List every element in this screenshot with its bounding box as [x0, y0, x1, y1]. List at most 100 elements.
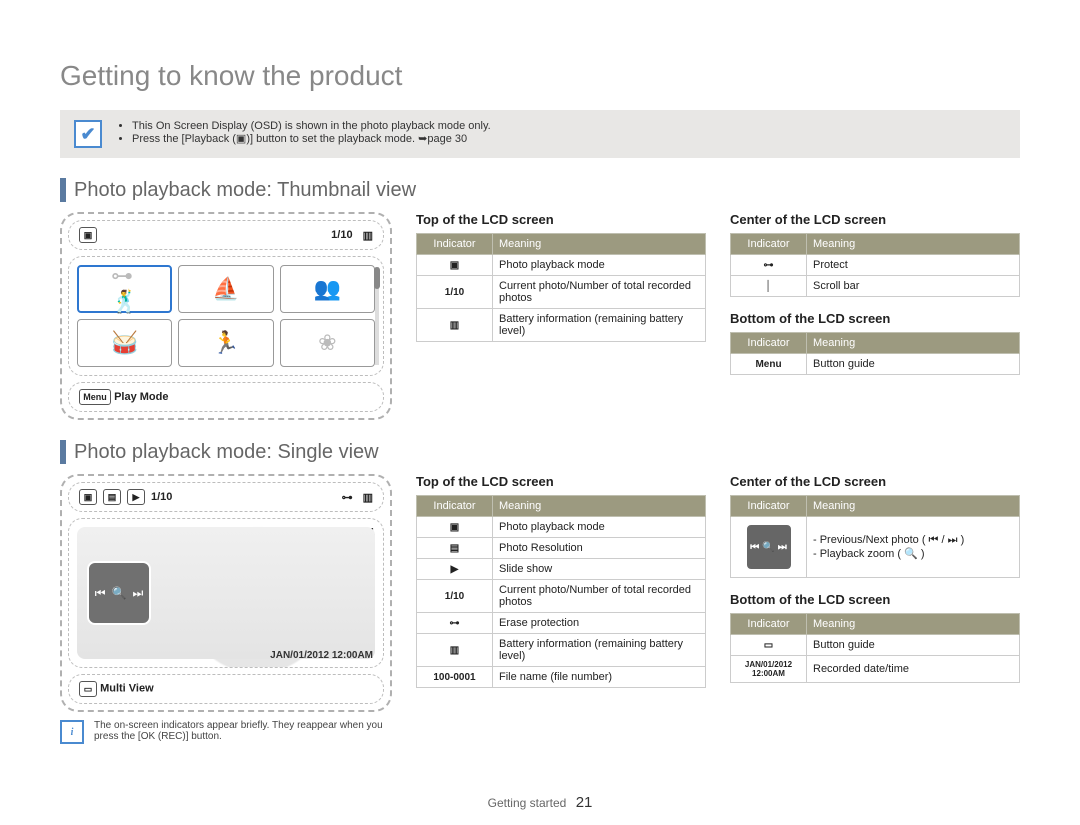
ind-cell: 1/10: [417, 580, 493, 613]
table-title: Bottom of the LCD screen: [730, 592, 1020, 607]
mean-cell: Photo playback mode: [493, 517, 706, 538]
th-meaning: Meaning: [493, 234, 706, 255]
mean-cell: - Previous/Next photo ( ⏮ / ⏭ ) - Playba…: [807, 517, 1020, 578]
section-heading-text: Photo playback mode: Single view: [74, 441, 379, 464]
datetime-label: JAN/01/2012 12:00AM: [270, 650, 373, 661]
indicator-table-center: Indicator Meaning ⊶Protect │Scroll bar: [730, 233, 1020, 297]
ind-cell: ⊶: [731, 255, 807, 276]
th-indicator: Indicator: [731, 234, 807, 255]
mean-cell: Current photo/Number of total recorded p…: [493, 580, 706, 613]
th-meaning: Meaning: [493, 496, 706, 517]
thumbnail-item[interactable]: ⊶🕺: [77, 265, 172, 313]
zoom-icon[interactable]: 🔍: [112, 586, 127, 600]
note-item: This On Screen Display (OSD) is shown in…: [132, 120, 491, 132]
ind-cell: ▤: [417, 538, 493, 559]
mean-cell: Scroll bar: [807, 276, 1020, 297]
indicator-table-top: Indicator Meaning ▣Photo playback mode 1…: [416, 233, 706, 342]
table-title: Center of the LCD screen: [730, 212, 1020, 227]
zoom-icon: 🔍: [762, 542, 774, 553]
th-meaning: Meaning: [807, 496, 1020, 517]
footer-page-number: 21: [576, 794, 593, 811]
section-heading-thumbnail: Photo playback mode: Thumbnail view: [60, 178, 1020, 202]
lcd-center-thumbnails: ⊶🕺 ⛵ 👥 🥁 🏃 ❀: [68, 256, 384, 376]
info-note-text: The on-screen indicators appear briefly.…: [94, 720, 392, 742]
note-item: Press the [Playback (▣)] button to set t…: [132, 132, 491, 145]
ind-cell: │: [731, 276, 807, 297]
play-mode-label: Play Mode: [114, 391, 168, 403]
lcd-center-single: 100-0001 ⏮ 🔍 ⏭ JAN/01/2012 12:00AM: [68, 518, 384, 668]
note-box: ✔ This On Screen Display (OSD) is shown …: [60, 110, 1020, 158]
ind-cell: ▥: [417, 634, 493, 667]
playback-nav-widget[interactable]: ⏮ 🔍 ⏭: [87, 561, 151, 625]
table-title: Center of the LCD screen: [730, 474, 1020, 489]
mean-cell: Current photo/Number of total recorded p…: [493, 276, 706, 309]
lcd-bottom-bar: Menu Play Mode: [68, 382, 384, 412]
photo-counter: 1/10: [331, 229, 352, 241]
protect-icon: ⊶: [342, 491, 353, 504]
battery-icon: ▥: [363, 229, 373, 242]
thumbnail-item[interactable]: ❀: [280, 319, 375, 367]
mean-cell: File name (file number): [493, 667, 706, 688]
next-photo-icon: ⏭: [778, 542, 787, 553]
photo-mode-icon: ▣: [79, 227, 97, 243]
mean-cell: Battery information (remaining battery l…: [493, 309, 706, 342]
ind-cell: 1/10: [417, 276, 493, 309]
mean-cell: Recorded date/time: [807, 656, 1020, 683]
menu-button-icon[interactable]: Menu: [79, 389, 111, 405]
scroll-bar[interactable]: [375, 267, 379, 365]
battery-icon: ▥: [363, 491, 373, 504]
th-meaning: Meaning: [807, 333, 1020, 354]
mean-cell: Button guide: [807, 635, 1020, 656]
section-heading-text: Photo playback mode: Thumbnail view: [74, 179, 416, 202]
thumbnail-item[interactable]: ⛵: [178, 265, 273, 313]
ind-cell: JAN/01/2012 12:00AM: [731, 656, 807, 683]
multiview-button-icon[interactable]: ▭: [79, 681, 97, 697]
next-photo-icon[interactable]: ⏭: [132, 586, 143, 601]
ind-cell: ▶: [417, 559, 493, 580]
mean-cell: Battery information (remaining battery l…: [493, 634, 706, 667]
check-icon: ✔: [74, 120, 102, 148]
ind-cell: Menu: [731, 354, 807, 375]
thumbnail-item[interactable]: 🥁: [77, 319, 172, 367]
ind-cell: ▣: [417, 255, 493, 276]
th-meaning: Meaning: [807, 614, 1020, 635]
th-indicator: Indicator: [731, 614, 807, 635]
mean-cell: Button guide: [807, 354, 1020, 375]
page-footer: Getting started 21: [0, 794, 1080, 811]
resolution-icon: ▤: [103, 489, 121, 505]
indicator-table-bottom: Indicator Meaning MenuButton guide: [730, 332, 1020, 375]
page-title: Getting to know the product: [60, 60, 1020, 92]
note-list: This On Screen Display (OSD) is shown in…: [116, 120, 491, 145]
indicator-table-center-2: Indicator Meaning ⏮ 🔍 ⏭ - Previous/Next …: [730, 495, 1020, 578]
indicator-table-top-2: Indicator Meaning ▣Photo playback mode ▤…: [416, 495, 706, 688]
info-icon: i: [60, 720, 84, 744]
ind-cell: ⊶: [417, 613, 493, 634]
lcd-bottom-bar: ▭ Multi View: [68, 674, 384, 704]
prev-photo-icon[interactable]: ⏮: [95, 586, 106, 601]
photo-mode-icon: ▣: [79, 489, 97, 505]
ind-cell: ⏮ 🔍 ⏭: [731, 517, 807, 578]
ind-cell: ▭: [731, 635, 807, 656]
th-indicator: Indicator: [417, 234, 493, 255]
prev-photo-icon: ⏮: [750, 542, 759, 553]
mean-cell: Protect: [807, 255, 1020, 276]
table-title: Top of the LCD screen: [416, 212, 706, 227]
thumbnail-item[interactable]: 👥: [280, 265, 375, 313]
lcd-top-bar: ▣ ▤ ▶ 1/10 ⊶ ▥: [68, 482, 384, 512]
ind-cell: 100-0001: [417, 667, 493, 688]
th-indicator: Indicator: [417, 496, 493, 517]
table-title: Bottom of the LCD screen: [730, 311, 1020, 326]
mean-cell: Photo playback mode: [493, 255, 706, 276]
photo-counter: 1/10: [151, 491, 172, 503]
table-title: Top of the LCD screen: [416, 474, 706, 489]
indicator-table-bottom-2: Indicator Meaning ▭Button guide JAN/01/2…: [730, 613, 1020, 683]
footer-section: Getting started: [488, 796, 567, 810]
ind-cell: ▥: [417, 309, 493, 342]
info-note: i The on-screen indicators appear briefl…: [60, 720, 392, 744]
thumbnail-item[interactable]: 🏃: [178, 319, 273, 367]
section-heading-single: Photo playback mode: Single view: [60, 440, 1020, 464]
mean-cell: Erase protection: [493, 613, 706, 634]
lcd-top-bar: ▣ 1/10 ▥: [68, 220, 384, 250]
th-indicator: Indicator: [731, 333, 807, 354]
slideshow-icon: ▶: [127, 489, 145, 505]
